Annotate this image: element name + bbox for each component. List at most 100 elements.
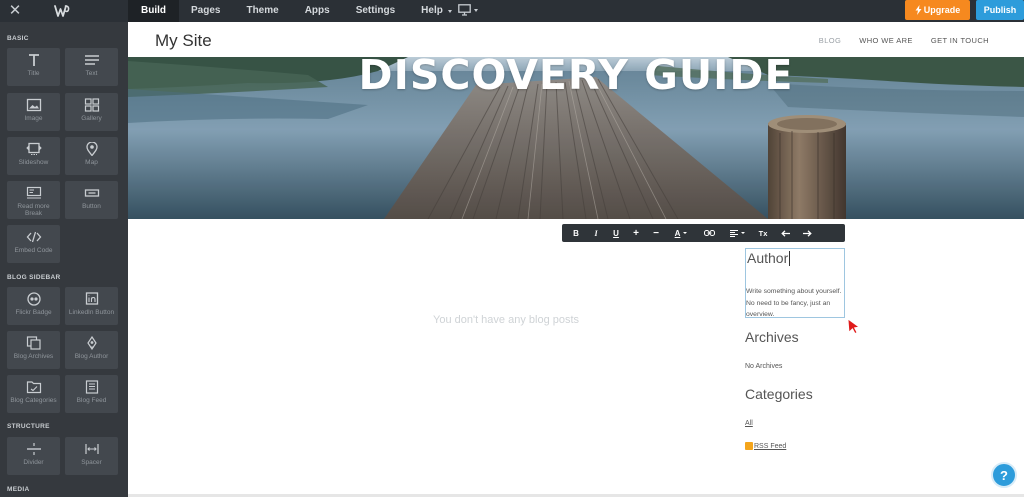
author-description[interactable]: Write something about yourself. No need … [746,286,846,321]
tile-slideshow[interactable]: Slideshow [7,137,60,175]
nav-apps[interactable]: Apps [292,0,343,22]
hero-title[interactable]: DISCOVERY GUIDE [128,57,1024,96]
tile-spacer[interactable]: Spacer [65,437,118,475]
author-text-block[interactable]: Author Write something about yourself. N… [745,248,845,318]
title-icon [28,54,39,66]
map-pin-icon [85,142,98,156]
archives-icon [26,336,41,350]
nav-pages-label: Pages [191,5,221,16]
tile-button-label: Button [82,203,101,210]
tile-text-label: Text [85,70,98,77]
tile-blog-archives-label: Blog Archives [13,353,54,360]
spacer-icon [84,444,99,454]
nav-theme[interactable]: Theme [233,0,291,22]
text-format-toolbar: B I U + − A Tx [562,224,845,242]
tile-blog-categories[interactable]: Blog Categories [7,375,60,413]
tile-title-label: Title [27,70,40,77]
tile-image-label: Image [24,115,43,122]
decrease-size-button[interactable]: − [646,224,666,242]
tile-read-more[interactable]: Read more Break [7,181,60,219]
nav-settings[interactable]: Settings [343,0,408,22]
site-nav-who-we-are[interactable]: WHO WE ARE [859,36,913,45]
tile-blog-author[interactable]: Blog Author [65,331,118,369]
tile-blog-feed[interactable]: Blog Feed [65,375,118,413]
hero-banner[interactable]: DISCOVERY GUIDE [128,57,1024,219]
tile-gallery[interactable]: Gallery [65,93,118,131]
tile-text[interactable]: Text [65,48,118,86]
tile-spacer-label: Spacer [81,459,102,466]
tile-title[interactable]: Title [7,48,60,86]
arrow-right-icon [802,229,812,237]
nav-theme-label: Theme [246,5,279,16]
publish-label: Publish [983,5,1017,15]
tile-blog-archives[interactable]: Blog Archives [7,331,60,369]
main-nav: Build Pages Theme Apps Settings Help [128,0,465,22]
archives-empty-text: No Archives [745,363,783,370]
code-icon [26,231,41,243]
tile-linkedin-button[interactable]: LinkedIn Button [65,287,118,325]
archives-heading[interactable]: Archives [745,329,799,345]
logo-area: ✕ [0,0,128,22]
category-all-link[interactable]: All [745,420,753,427]
chevron-down-icon [447,9,452,13]
question-icon: ? [1000,467,1008,483]
nav-build-label: Build [141,5,166,16]
site-header: My Site BLOG WHO WE ARE GET IN TOUCH [128,22,1024,57]
slideshow-icon [25,142,42,155]
divider-icon [26,443,41,455]
element-sidebar: BASIC Title Text Image Gallery Slideshow… [0,22,128,497]
tile-gallery-label: Gallery [81,115,102,122]
author-heading[interactable]: Author [747,250,791,266]
nav-help-label: Help [421,5,443,16]
rss-feed-label: RSS Feed [754,442,787,450]
tile-flickr-badge[interactable]: Flickr Badge [7,287,60,325]
nav-help[interactable]: Help [408,0,465,22]
rss-icon [745,442,753,450]
tile-divider[interactable]: Divider [7,437,60,475]
tile-map[interactable]: Map [65,137,118,175]
font-color-button[interactable]: A [666,224,696,242]
mouse-pointer-icon [847,318,860,334]
categories-heading[interactable]: Categories [745,386,813,402]
align-button[interactable] [722,224,752,242]
site-canvas: My Site BLOG WHO WE ARE GET IN TOUCH DIS… [128,22,1024,494]
help-button[interactable]: ? [991,462,1017,488]
nav-apps-label: Apps [304,5,330,16]
publish-button[interactable]: Publish [976,0,1024,20]
bold-button[interactable]: B [566,224,586,242]
upgrade-label: Upgrade [923,5,961,15]
section-structure: STRUCTURE [7,423,50,430]
link-button[interactable] [696,224,722,242]
text-cursor [789,250,791,266]
increase-size-button[interactable]: + [626,224,646,242]
clear-format-button[interactable]: Tx [752,224,774,242]
feed-icon [85,380,98,394]
tile-flickr-badge-label: Flickr Badge [15,309,52,316]
tile-button[interactable]: Button [65,181,118,219]
undo-button[interactable] [774,224,796,242]
tile-image[interactable]: Image [7,93,60,131]
device-preview-button[interactable] [458,4,478,16]
tile-divider-label: Divider [23,459,44,466]
site-nav: BLOG WHO WE ARE GET IN TOUCH [819,36,989,45]
nav-settings-label: Settings [355,5,396,16]
section-media: MEDIA [7,486,30,493]
tile-slideshow-label: Slideshow [18,159,49,166]
rss-feed-link[interactable]: RSS Feed [745,442,786,450]
close-icon[interactable]: ✕ [8,2,22,20]
nav-pages[interactable]: Pages [179,0,233,22]
monitor-icon [458,4,471,16]
italic-button[interactable]: I [586,224,606,242]
upgrade-button[interactable]: Upgrade [905,0,970,20]
link-icon [703,230,715,236]
site-title[interactable]: My Site [155,31,212,51]
site-nav-blog[interactable]: BLOG [819,36,841,45]
align-left-icon [729,229,738,237]
nav-build[interactable]: Build [128,0,179,22]
weebly-logo-icon[interactable] [54,3,70,19]
site-nav-get-in-touch[interactable]: GET IN TOUCH [931,36,989,45]
underline-button[interactable]: U [606,224,626,242]
tile-embed-code[interactable]: Embed Code [7,225,60,263]
redo-button[interactable] [796,224,818,242]
tile-blog-feed-label: Blog Feed [76,397,107,404]
